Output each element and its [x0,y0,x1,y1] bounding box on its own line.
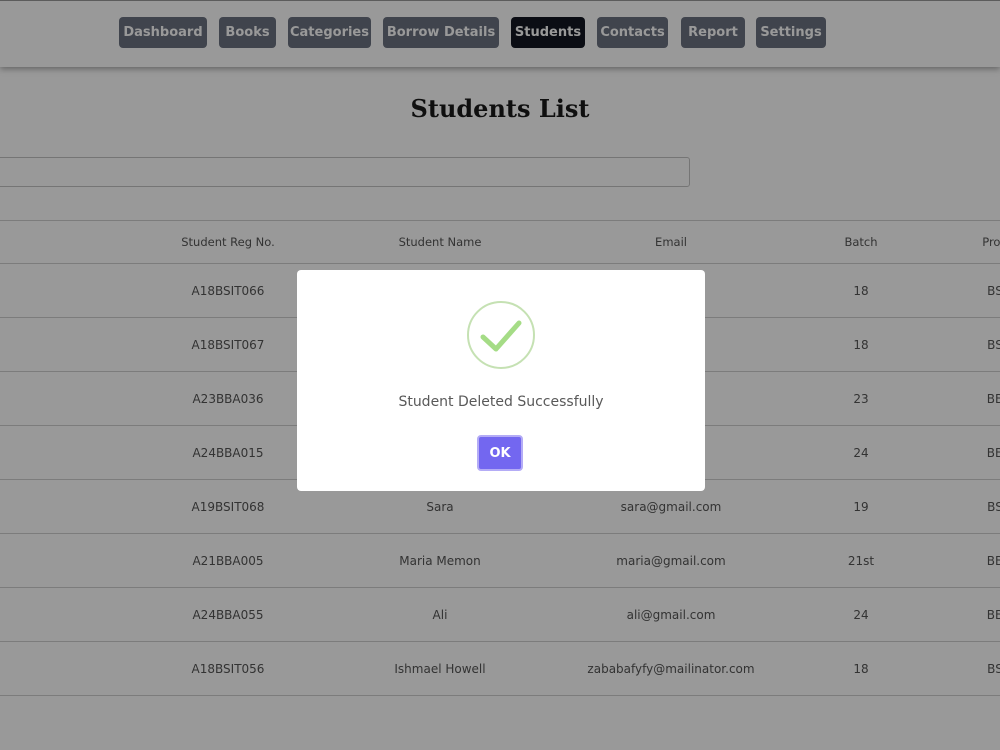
ok-button[interactable]: OK [477,435,523,471]
dialog-message: Student Deleted Successfully [398,394,604,410]
checkmark-success-icon [467,301,535,369]
success-dialog: Student Deleted Successfully OK [297,270,705,491]
